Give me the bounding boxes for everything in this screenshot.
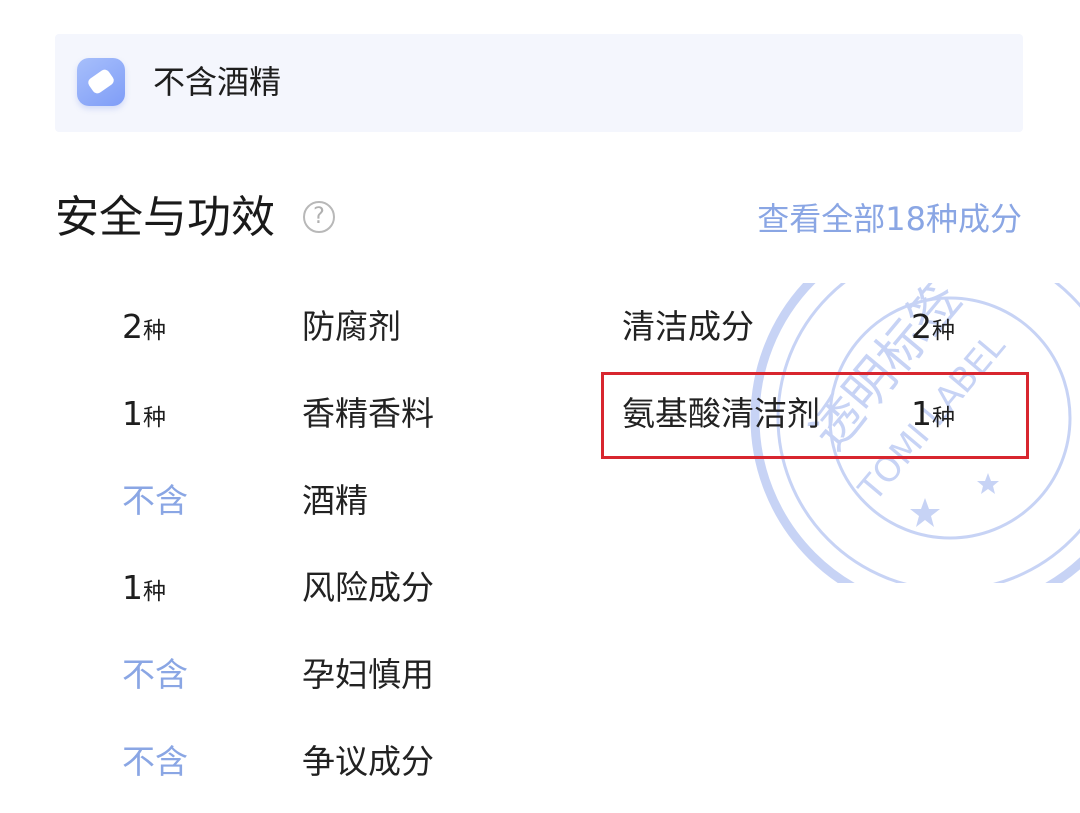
controversial-label[interactable]: 争议成分 [302,740,434,784]
fragrance-label[interactable]: 香精香料 [302,392,434,436]
pill-icon [77,58,125,106]
risk-ingredient-count: 1种 [122,568,166,607]
cleansing-ingredient-count: 2种 [911,307,955,346]
banner-text: 不含酒精 [153,63,282,101]
preservative-label[interactable]: 防腐剂 [302,305,401,349]
highlight-box [601,372,1029,459]
section-title: 安全与功效 [55,192,275,243]
alcohol-count: 不含 [122,481,188,520]
view-all-ingredients-link[interactable]: 查看全部18种成分 [757,197,1022,241]
help-icon[interactable]: ? [303,201,335,233]
controversial-count: 不含 [122,742,188,781]
cleansing-ingredient-label[interactable]: 清洁成分 [622,305,754,349]
fragrance-count: 1种 [122,394,166,433]
alcohol-free-banner: 不含酒精 [55,34,1023,132]
preservative-count: 2种 [122,307,166,346]
alcohol-label[interactable]: 酒精 [302,479,368,523]
risk-ingredient-label[interactable]: 风险成分 [302,566,434,610]
pregnancy-caution-count: 不含 [122,655,188,694]
pregnancy-caution-label[interactable]: 孕妇慎用 [302,653,434,697]
